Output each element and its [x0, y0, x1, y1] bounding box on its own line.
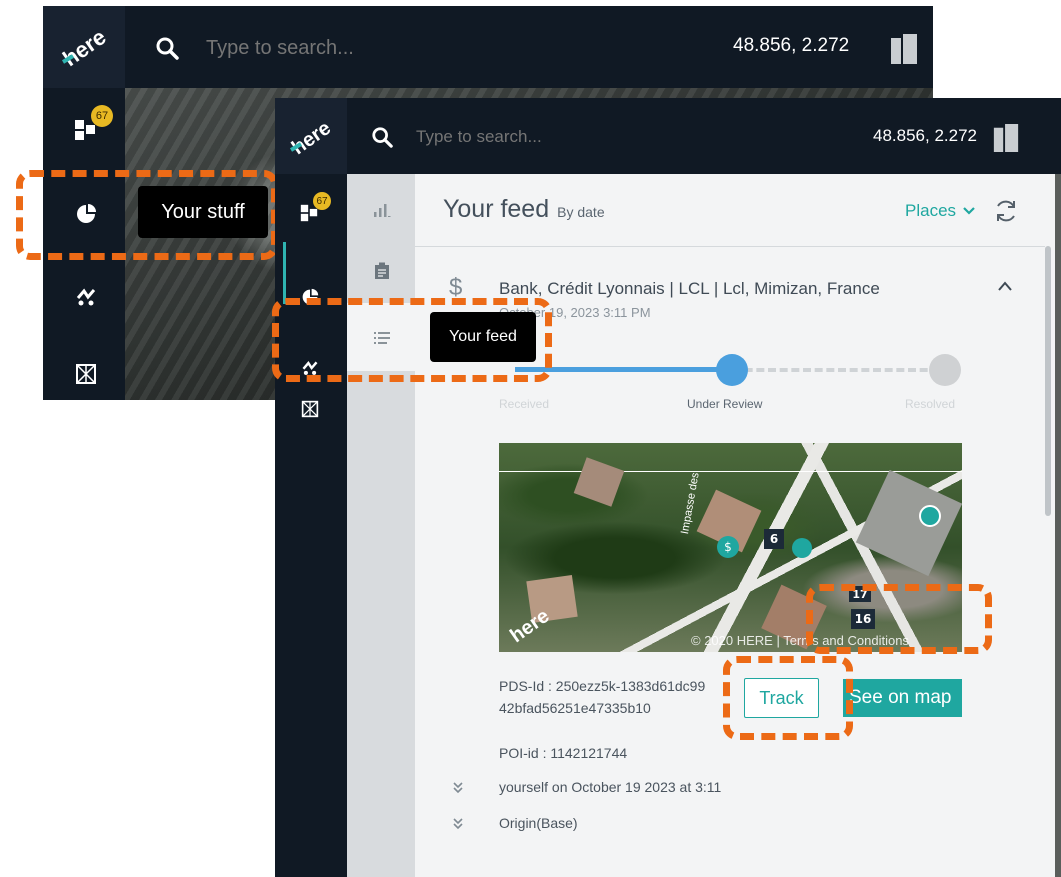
step-label-under-review: Under Review — [687, 397, 763, 411]
progress-remaining — [733, 368, 951, 372]
notification-badge: 67 — [91, 105, 113, 127]
layers-icon[interactable] — [992, 122, 1020, 154]
highlight-your-feed — [272, 298, 552, 382]
layers-icon[interactable] — [889, 32, 919, 66]
scrollbar-thumb[interactable] — [1045, 246, 1051, 516]
highlight-map-area — [806, 584, 992, 654]
feed-item-title[interactable]: Bank, Crédit Lyonnais | LCL | Lcl, Mimiz… — [499, 279, 880, 299]
see-on-map-button[interactable]: See on map — [843, 679, 962, 717]
chevron-down-icon — [963, 207, 975, 215]
panel-header: Your feed By date — [443, 195, 605, 224]
pds-id-line-continued: 42bfad56251e47335b10 — [499, 700, 651, 716]
sort-label: By date — [557, 204, 605, 220]
foreground-app-window: here 48.856, 2.272 67 — [275, 98, 1061, 877]
chevron-up-icon[interactable] — [997, 280, 1013, 292]
map-grid-icon[interactable] — [301, 400, 319, 418]
map-building — [855, 469, 962, 577]
highlight-track-button — [723, 656, 853, 740]
shop-poi-marker[interactable] — [792, 538, 812, 558]
step-label-received: Received — [499, 397, 550, 411]
places-filter-label: Places — [905, 201, 957, 220]
search-input[interactable] — [416, 124, 696, 150]
here-logo-icon: here — [58, 28, 109, 68]
house-number-label: 6 — [764, 529, 784, 549]
bar-chart-icon[interactable] — [373, 202, 391, 218]
search-icon[interactable] — [371, 126, 393, 148]
map-grid-icon[interactable] — [75, 363, 97, 385]
active-rail-indicator — [283, 242, 286, 304]
progress-step-under-review — [716, 354, 748, 386]
history-entry: Origin(Base) — [499, 815, 578, 831]
map-edge — [1055, 174, 1061, 877]
double-chevron-down-icon[interactable] — [452, 782, 464, 794]
logo-cell[interactable]: here — [43, 6, 125, 88]
coordinates-readout: 48.856, 2.272 — [873, 126, 977, 145]
bank-poi-marker[interactable]: $ — [717, 536, 739, 558]
places-filter-dropdown[interactable]: Places — [905, 201, 976, 221]
page-title: Your feed — [443, 195, 550, 223]
step-label-resolved: Resolved — [905, 397, 956, 411]
here-logo-icon: here — [288, 117, 335, 156]
highlight-your-stuff — [16, 170, 278, 260]
progress-step-resolved — [929, 354, 961, 386]
search-input[interactable] — [206, 34, 506, 62]
header-divider — [415, 246, 1045, 247]
coordinates-readout: 48.856, 2.272 — [733, 35, 850, 56]
clipboard-icon[interactable] — [374, 262, 390, 280]
svg-text:here: here — [288, 117, 335, 156]
notification-badge: 67 — [313, 192, 331, 210]
pds-id-line: PDS-Id : 250ezz5k-1383d61dc99 — [499, 678, 706, 694]
history-entry: yourself on October 19 2023 at 3:11 — [499, 779, 722, 795]
traffic-icon[interactable] — [75, 286, 97, 308]
map-building — [573, 457, 625, 507]
search-icon[interactable] — [155, 36, 179, 60]
logo-cell[interactable]: here — [275, 98, 347, 174]
double-chevron-down-icon[interactable] — [452, 818, 464, 830]
refresh-icon[interactable] — [993, 198, 1019, 224]
poi-id: POI-id : 1142121744 — [499, 745, 628, 761]
bag-poi-marker[interactable] — [919, 505, 941, 527]
